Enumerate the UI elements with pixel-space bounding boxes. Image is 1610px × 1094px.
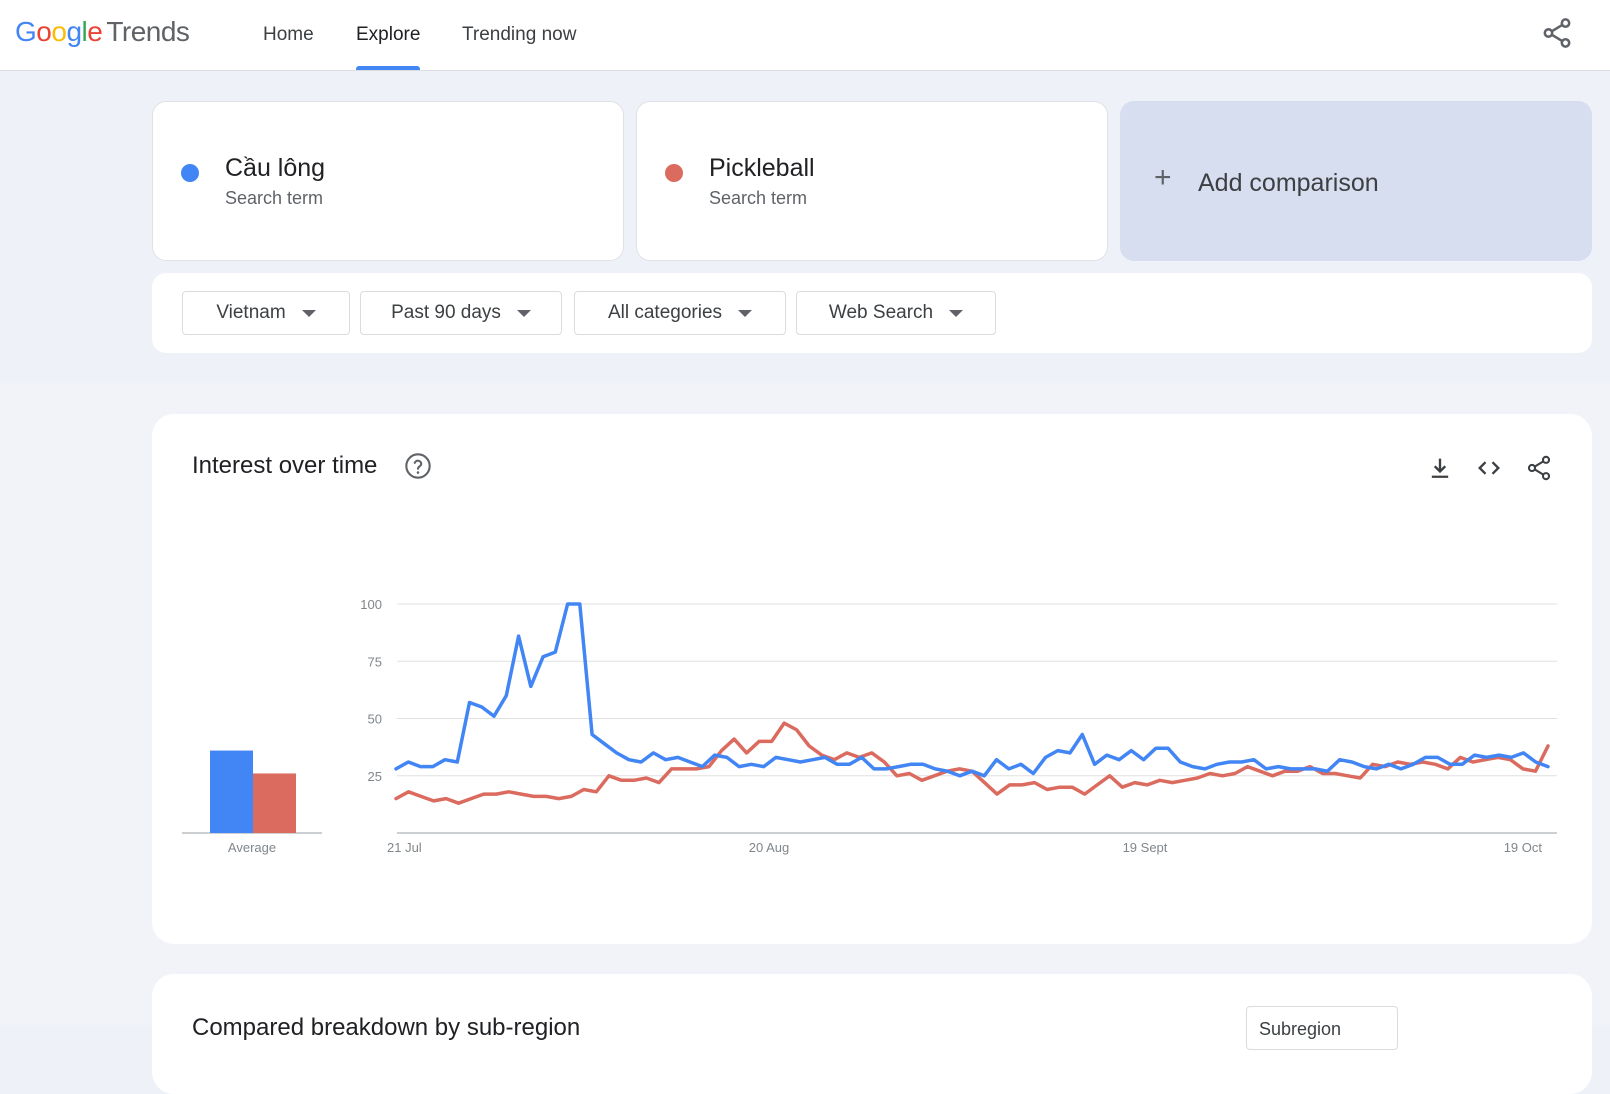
plus-icon: + xyxy=(1154,161,1172,194)
logo-trends-text: Trends xyxy=(106,16,190,47)
top-app-bar: Google Trends Home Explore Trending now xyxy=(0,0,1610,71)
term-name: Pickleball xyxy=(709,154,815,182)
term-type: Search term xyxy=(225,188,324,208)
interest-over-time-card: Interest over time 25 50 75 100 Average 21 Ju… xyxy=(152,414,1592,944)
average-bar xyxy=(253,773,296,833)
nav-explore[interactable]: Explore xyxy=(356,0,421,70)
breakdown-by-subregion-card: Compared breakdown by sub-region Subregi… xyxy=(152,974,1592,1094)
x-tick-label: 20 Aug xyxy=(749,840,790,855)
term-type: Search term xyxy=(709,188,808,208)
dropdown-caret-icon xyxy=(949,309,964,317)
pickleball-series-line xyxy=(394,721,1550,805)
search-term-card-1[interactable]: Cầu lông Search term xyxy=(152,101,624,261)
nav-trending-now[interactable]: Trending now xyxy=(462,0,576,70)
y-tick-label: 50 xyxy=(368,712,382,727)
y-tick-label: 100 xyxy=(360,597,382,612)
google-trends-logo[interactable]: Google Trends xyxy=(15,14,190,50)
term-color-dot xyxy=(665,164,683,182)
term-name: Cầu lông xyxy=(225,154,326,182)
add-comparison-button[interactable]: + Add comparison xyxy=(1120,101,1592,261)
category-filter[interactable]: All categories xyxy=(574,291,786,335)
share-icon[interactable] xyxy=(1540,16,1574,50)
x-tick-label: 19 Sept xyxy=(1123,840,1168,855)
x-tick-label: 21 Jul xyxy=(387,840,422,855)
nav-home[interactable]: Home xyxy=(263,0,314,70)
breakdown-title: Compared breakdown by sub-region xyxy=(192,1014,581,1041)
region-filter[interactable]: Vietnam xyxy=(182,291,350,335)
average-bar xyxy=(210,750,253,833)
search-type-filter-value: Web Search xyxy=(828,302,934,323)
term-color-dot xyxy=(181,164,199,182)
dropdown-caret-icon xyxy=(516,309,531,317)
add-comparison-label: Add comparison xyxy=(1198,169,1379,197)
breakdown-select[interactable]: Subregion xyxy=(1246,1006,1398,1050)
dropdown-caret-icon xyxy=(301,309,316,317)
dropdown-caret-icon xyxy=(738,309,753,317)
cau-long-series-line xyxy=(394,602,1550,778)
x-tick-label: 19 Oct xyxy=(1504,840,1543,855)
time-range-filter-value: Past 90 days xyxy=(391,302,501,323)
filter-bar: Vietnam Past 90 days All categories Web … xyxy=(152,273,1592,353)
category-filter-value: All categories xyxy=(607,302,723,323)
search-type-filter[interactable]: Web Search xyxy=(796,291,996,335)
time-range-filter[interactable]: Past 90 days xyxy=(360,291,562,335)
search-term-card-2[interactable]: Pickleball Search term xyxy=(636,101,1108,261)
y-tick-label: 75 xyxy=(368,654,382,669)
region-filter-value: Vietnam xyxy=(216,302,286,323)
y-tick-label: 25 xyxy=(368,769,382,784)
average-label: Average xyxy=(228,840,276,855)
logo-google-text: Google xyxy=(15,16,103,47)
interest-over-time-chart[interactable]: 25 50 75 100 Average 21 Jul 20 Aug 19 Sept 19 Oc… xyxy=(152,414,1592,944)
